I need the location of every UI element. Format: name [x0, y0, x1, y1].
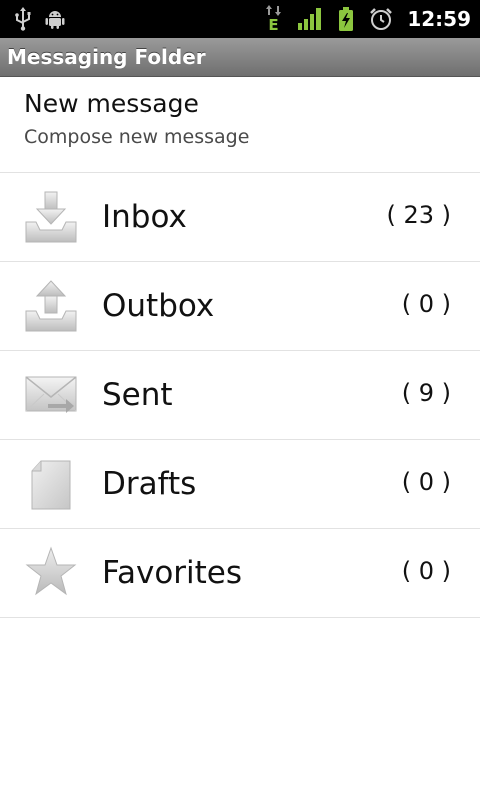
battery-charging-icon — [337, 6, 355, 32]
folder-count: ( 23 ) — [386, 201, 451, 229]
alarm-icon — [369, 7, 393, 31]
folder-label: Outbox — [102, 288, 215, 324]
drafts-icon — [24, 455, 78, 513]
status-time: 12:59 — [407, 7, 471, 31]
folder-label: Drafts — [102, 466, 197, 502]
network-type-label: E — [268, 16, 279, 34]
folder-item-inbox[interactable]: Inbox ( 23 ) — [0, 173, 480, 262]
outbox-icon — [24, 277, 78, 335]
favorites-star-icon — [24, 544, 78, 602]
folder-count: ( 0 ) — [401, 290, 451, 318]
new-message-item[interactable]: New message Compose new message — [0, 77, 480, 173]
android-debug-icon — [44, 8, 66, 30]
new-message-title: New message — [24, 89, 199, 118]
folder-label: Sent — [102, 377, 173, 413]
folder-count: ( 9 ) — [401, 379, 451, 407]
folder-item-sent[interactable]: Sent ( 9 ) — [0, 351, 480, 440]
title-bar: Messaging Folder — [0, 38, 480, 77]
folder-count: ( 0 ) — [401, 557, 451, 585]
folder-item-drafts[interactable]: Drafts ( 0 ) — [0, 440, 480, 529]
folder-list: Inbox ( 23 ) Outbox ( 0 ) Sent (9) Dra… — [0, 173, 480, 618]
folder-count: ( 0 ) — [401, 468, 451, 496]
data-transfer-icon: E — [265, 4, 283, 34]
page-title: Messaging Folder — [7, 45, 206, 69]
folder-label: Inbox — [102, 199, 187, 235]
status-bar-left — [14, 4, 66, 34]
signal-icon — [297, 7, 323, 31]
folder-item-favorites[interactable]: Favorites ( 0 ) — [0, 529, 480, 618]
new-message-subtitle: Compose new message — [24, 126, 250, 148]
inbox-icon — [24, 188, 78, 246]
sent-icon — [24, 366, 78, 424]
folder-item-outbox[interactable]: Outbox ( 0 ) — [0, 262, 480, 351]
status-bar: E 12:59 — [0, 0, 480, 38]
usb-icon — [14, 6, 32, 32]
status-bar-right: E 12:59 — [265, 4, 471, 34]
folder-label: Favorites — [102, 555, 243, 591]
